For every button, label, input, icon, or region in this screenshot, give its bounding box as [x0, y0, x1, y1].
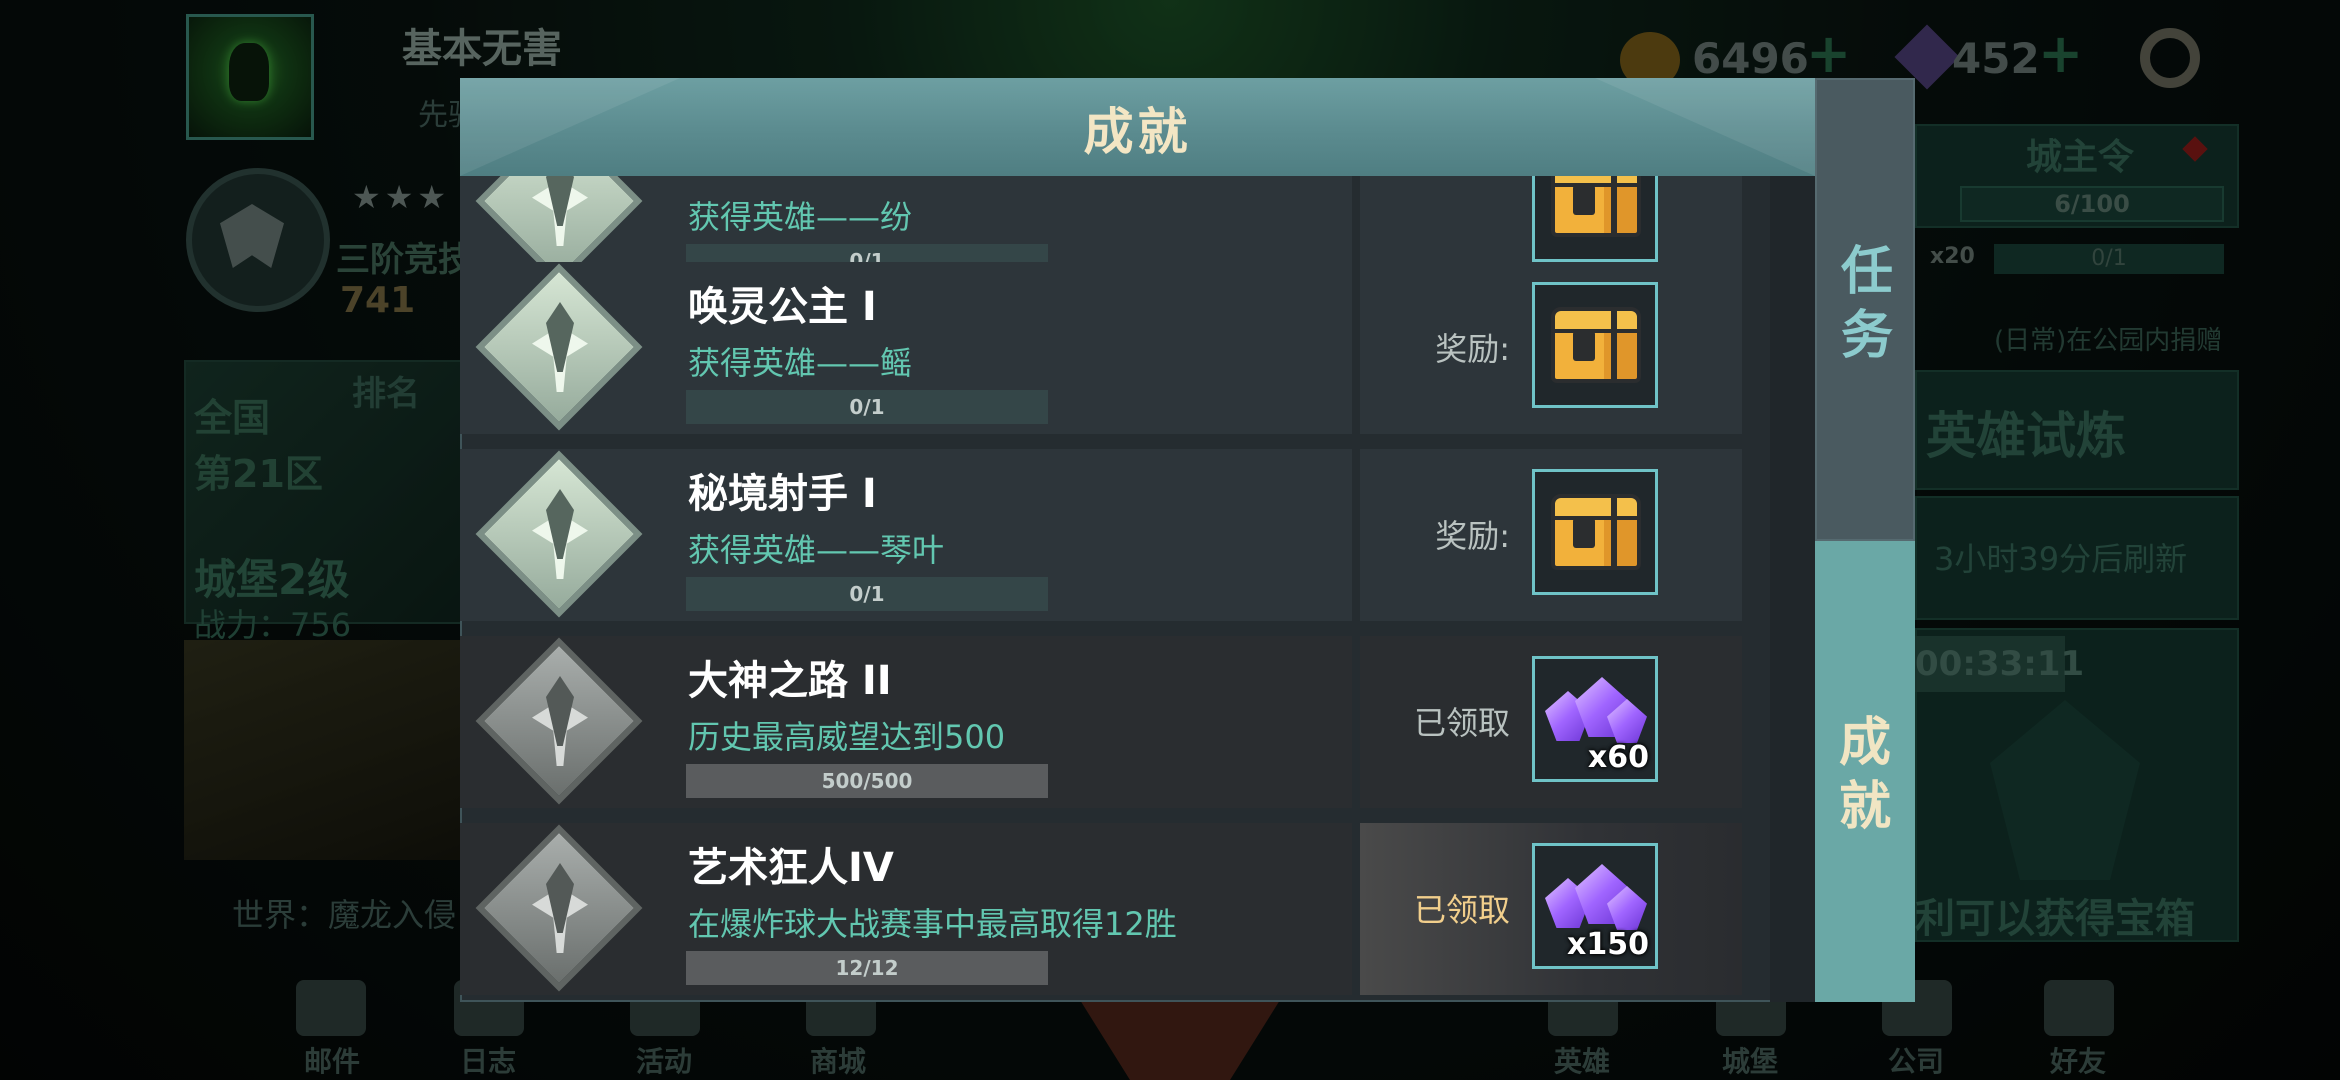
achievement-title: 唤灵公主 I [688, 284, 877, 330]
dialog-title: 成就 [1083, 103, 1192, 161]
achievement-title: 大神之路 II [688, 658, 892, 704]
achievement-desc: 获得英雄——琴叶 [688, 531, 945, 569]
achievement-desc: 在爆炸球大战赛事中最高取得12胜 [688, 905, 1177, 943]
progress-text: 0/1 [849, 582, 885, 606]
reward-quantity: x60 [1587, 740, 1649, 775]
achievement-row: 唤灵公主 I 获得英雄——鳐 0/1 奖励: [460, 262, 1742, 434]
achievement-badge-icon [475, 450, 643, 618]
achievement-badge-icon [475, 263, 643, 431]
achievement-desc: 获得英雄——鳐 [688, 344, 913, 382]
treasure-chest-icon [1551, 176, 1641, 237]
tab-achievement[interactable]: 成 就 [1815, 541, 1915, 1002]
progress-text: 0/1 [849, 395, 885, 419]
progress-text: 12/12 [835, 956, 899, 980]
achievement-badge-icon [475, 637, 643, 805]
reward-slot[interactable] [1532, 469, 1658, 595]
purple-crystal-icon [1545, 864, 1649, 934]
achievement-row: 秘境射手 I 获得英雄——琴叶 0/1 奖励: [460, 449, 1742, 621]
progress-text: 500/500 [821, 769, 913, 793]
reward-slot[interactable] [1532, 282, 1658, 408]
reward-slot[interactable]: x60 [1532, 656, 1658, 782]
progress-bar: 500/500 [686, 764, 1048, 798]
treasure-chest-icon [1551, 494, 1641, 570]
tab-task-char-2: 务 [1840, 306, 1893, 366]
progress-bar: 0/1 [686, 390, 1048, 424]
achievement-title: 秘境射手 I [688, 471, 877, 517]
tab-achievement-char-2: 就 [1838, 777, 1891, 837]
reward-slot[interactable]: x150 [1532, 843, 1658, 969]
tab-achievement-char-1: 成 [1838, 713, 1891, 773]
tab-task-label: 任 务 [1817, 240, 1917, 368]
tab-achievement-label: 成 就 [1815, 711, 1915, 839]
tab-task[interactable]: 任 务 [1815, 78, 1915, 541]
tab-task-char-1: 任 [1840, 242, 1893, 302]
achievement-title: 艺术狂人IV [688, 845, 894, 891]
achievement-badge-icon [475, 824, 643, 992]
achievement-row: 艺术狂人IV 在爆炸球大战赛事中最高取得12胜 12/12 已领取 x150 [460, 823, 1742, 995]
progress-bar: 0/1 [686, 577, 1048, 611]
reward-quantity: x150 [1567, 927, 1649, 962]
progress-bar: 12/12 [686, 951, 1048, 985]
reward-label: 奖励: [1435, 517, 1510, 555]
purple-crystal-icon [1545, 677, 1649, 747]
reward-label: 奖励: [1435, 330, 1510, 368]
achievement-desc: 历史最高威望达到500 [688, 718, 1006, 756]
treasure-chest-icon [1551, 307, 1641, 383]
claimed-label: 已领取 [1413, 891, 1510, 929]
achievement-row: 大神之路 II 历史最高威望达到500 500/500 已领取 x60 [460, 636, 1742, 808]
achievement-list[interactable]: 获得英雄——纷 0/1 唤灵公主 I 获得英雄——鳐 0/1 奖励: 秘境射手 … [460, 176, 1815, 1002]
achievement-desc: 获得英雄——纷 [688, 198, 913, 236]
claimed-label: 已领取 [1413, 704, 1510, 742]
reward-slot[interactable] [1532, 176, 1658, 262]
